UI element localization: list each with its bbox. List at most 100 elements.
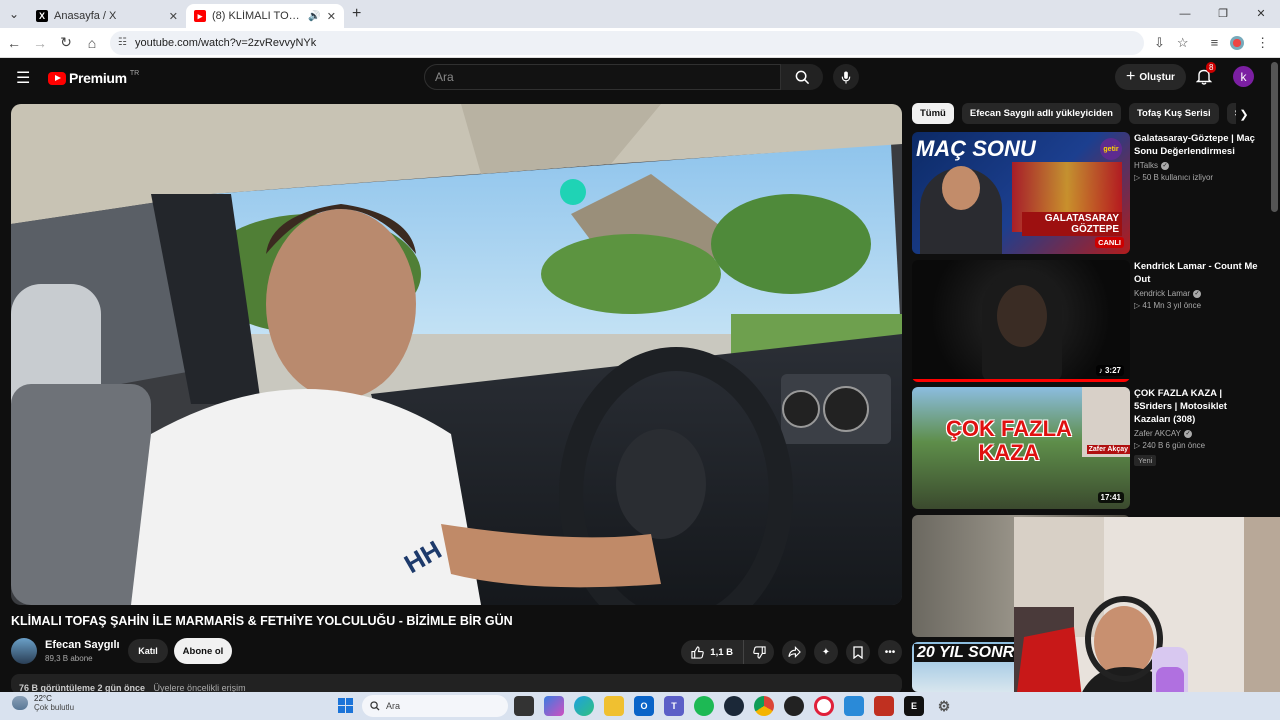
more-actions-button[interactable]: ••• <box>878 640 902 664</box>
spotify-icon[interactable] <box>694 696 714 716</box>
video-player[interactable]: HH <box>11 104 902 605</box>
account-avatar[interactable]: k <box>1233 66 1254 87</box>
youtube-logo[interactable]: Premium TR <box>48 70 139 86</box>
forward-icon[interactable]: → <box>28 35 52 51</box>
windows-start-icon[interactable] <box>338 698 353 713</box>
video-title[interactable]: ÇOK FAZLA KAZA | 5Sriders | Motosiklet K… <box>1134 387 1262 426</box>
thumbnail[interactable]: ♪ 3:27 <box>912 260 1130 382</box>
site-info-icon[interactable]: ☷ <box>118 37 127 48</box>
channel-name[interactable]: Kendrick Lamar <box>1134 289 1190 298</box>
steam-icon[interactable] <box>724 696 744 716</box>
stats-text: 240 B 6 gün önce <box>1142 441 1206 450</box>
thumbnail[interactable]: ÇOK FAZLA KAZA Zafer Akçay 17:41 <box>912 387 1130 509</box>
search-button[interactable] <box>781 64 823 90</box>
audio-icon[interactable]: 🔊 <box>308 11 320 22</box>
opera-icon[interactable] <box>814 696 834 716</box>
taskbar-apps: O T E ⚙ <box>514 696 954 716</box>
reload-icon[interactable]: ↻ <box>54 34 78 51</box>
page-scrollbar[interactable] <box>1271 62 1278 212</box>
url-field[interactable]: ☷ youtube.com/watch?v=2zvRevvyNYk <box>110 30 1144 55</box>
share-button[interactable] <box>782 640 806 664</box>
menu-icon[interactable]: ☰ <box>16 68 32 88</box>
tab-x[interactable]: X Anasayfa / X ✕ <box>28 4 186 28</box>
presenter-name: Zafer Akçay <box>1086 445 1130 454</box>
app-icon[interactable] <box>874 696 894 716</box>
ask-ai-button[interactable]: ✦ <box>814 640 838 664</box>
taskbar-search[interactable]: Ara <box>362 695 508 717</box>
notification-count: 8 <box>1206 62 1217 73</box>
profile-avatar[interactable] <box>1230 35 1245 50</box>
description-box[interactable]: 76 B görüntüleme 2 gün önce Üyelere önce… <box>11 674 902 694</box>
cloud-icon <box>12 696 28 710</box>
search-icon <box>795 70 809 84</box>
verified-icon: ✓ <box>1193 289 1202 298</box>
reading-list-icon[interactable]: ≡ <box>1211 35 1219 50</box>
os-taskbar: 22°C Çok bulutlu Ara O T E ⚙ <box>0 692 1280 720</box>
list-item[interactable]: ÇOK FAZLA KAZA Zafer Akçay 17:41 ÇOK FAZ… <box>912 387 1272 509</box>
like-button[interactable]: 1,1 B <box>681 640 744 664</box>
close-icon[interactable]: ✕ <box>327 10 336 23</box>
back-icon[interactable]: ← <box>2 35 26 51</box>
thumbnail-text: 20 YIL SONRA <box>914 644 1029 662</box>
browser-menu-icon[interactable]: ⋮ <box>1256 35 1269 51</box>
epic-games-icon[interactable]: E <box>904 696 924 716</box>
channel-name[interactable]: Efecan Saygılı <box>45 639 120 651</box>
chrome-icon[interactable] <box>754 696 774 716</box>
app-icon[interactable] <box>784 696 804 716</box>
dislike-button[interactable] <box>744 640 774 664</box>
close-window-button[interactable]: ✕ <box>1242 0 1280 28</box>
search-input[interactable] <box>435 70 780 84</box>
new-tab-button[interactable]: + <box>344 5 369 23</box>
search-box <box>424 64 781 90</box>
logo-wordmark: Premium <box>69 70 127 86</box>
weather-widget[interactable]: 22°C Çok bulutlu <box>12 694 74 712</box>
video-title[interactable]: Kendrick Lamar - Count Me Out <box>1134 260 1262 286</box>
duration-text: 3:27 <box>1104 366 1121 375</box>
video-stats: ▷ 50 B kullanıcı izliyor <box>1134 173 1214 182</box>
address-bar-row: ← → ↻ ⌂ ☷ youtube.com/watch?v=2zvRevvyNY… <box>0 28 1280 58</box>
like-count: 1,1 B <box>710 646 733 658</box>
video-actions: 1,1 B ✦ ••• <box>681 640 902 664</box>
subscribe-button[interactable]: Abone ol <box>174 638 232 664</box>
logo-country: TR <box>129 69 140 77</box>
outlook-icon[interactable]: O <box>634 696 654 716</box>
task-view-icon[interactable] <box>514 696 534 716</box>
copilot-icon[interactable] <box>544 696 564 716</box>
minimize-button[interactable]: — <box>1166 0 1204 28</box>
create-button[interactable]: + Oluştur <box>1115 64 1186 90</box>
chevron-right-icon[interactable]: ❯ <box>1236 103 1252 125</box>
thumbnail[interactable]: MAÇ SONU GALATASARAY GÖZTEPE getir CANLI <box>912 132 1130 254</box>
tab-search-icon[interactable]: ⌄ <box>0 0 28 28</box>
teams-icon[interactable]: T <box>664 696 684 716</box>
file-explorer-icon[interactable] <box>604 696 624 716</box>
list-item[interactable]: MAÇ SONU GALATASARAY GÖZTEPE getir CANLI… <box>912 132 1272 254</box>
sparkle-icon: ✦ <box>821 646 831 658</box>
close-icon[interactable]: ✕ <box>169 10 178 23</box>
video-title[interactable]: Galatasaray-Göztepe | Maç Sonu Değerlend… <box>1134 132 1262 158</box>
channel-avatar[interactable] <box>11 638 37 664</box>
home-icon[interactable]: ⌂ <box>80 35 104 51</box>
edge-icon[interactable] <box>574 696 594 716</box>
weather-condition: Çok bulutlu <box>34 703 75 712</box>
plus-icon: + <box>1126 68 1136 85</box>
settings-gear-icon[interactable]: ⚙ <box>934 696 954 716</box>
list-item[interactable]: ♪ 3:27 Kendrick Lamar - Count Me Out Ken… <box>912 260 1272 382</box>
tab-title: (8) KLİMALI TOFAŞ ŞAHİN İLE <box>212 10 303 22</box>
save-button[interactable] <box>846 640 870 664</box>
channel-name[interactable]: HTalks <box>1134 161 1158 170</box>
sponsor-logo: getir <box>1100 138 1122 160</box>
bookmark-star-icon[interactable]: ☆ <box>1177 35 1189 51</box>
chip-all[interactable]: Tümü <box>912 103 954 124</box>
voice-search-button[interactable] <box>833 64 859 90</box>
install-app-icon[interactable]: ⇩ <box>1154 35 1165 51</box>
app-icon[interactable] <box>844 696 864 716</box>
chip-from-uploader[interactable]: Efecan Saygılı adlı yükleyiciden <box>961 103 1121 124</box>
channel-name[interactable]: Zafer AKCAY <box>1134 429 1181 438</box>
join-button[interactable]: Katıl <box>128 639 168 663</box>
chip-series[interactable]: Tofaş Kuş Serisi <box>1128 103 1219 124</box>
restore-button[interactable]: ❐ <box>1204 0 1242 28</box>
tab-title: Anasayfa / X <box>54 10 117 22</box>
tab-youtube[interactable]: ▸ (8) KLİMALI TOFAŞ ŞAHİN İLE 🔊 ✕ <box>186 4 344 28</box>
notifications-button[interactable]: 8 <box>1195 62 1217 86</box>
video-frame: HH <box>11 104 902 605</box>
